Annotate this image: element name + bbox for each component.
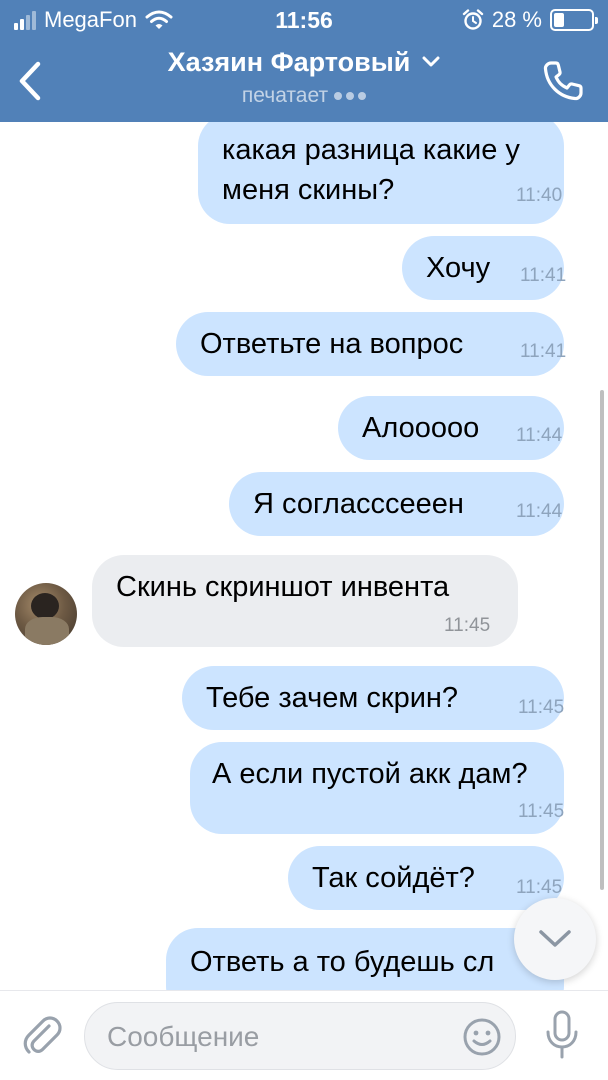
chevron-down-icon (422, 56, 440, 67)
message-outgoing[interactable]: Я согласссееен 11:44 (229, 472, 564, 536)
voice-message-button[interactable] (540, 1007, 584, 1063)
message-outgoing[interactable]: А если пустой акк дам? 11:45 (190, 742, 564, 834)
message-outgoing[interactable]: Тебе зачем скрин? 11:45 (182, 666, 564, 730)
smiley-icon (463, 1018, 501, 1056)
message-text: Ответь а то будешь сл (190, 946, 495, 978)
message-input-container[interactable] (84, 1002, 516, 1070)
message-text: Я согласссееен (253, 488, 464, 520)
message-text: Хочу (426, 252, 491, 284)
alarm-icon (462, 9, 484, 30)
message-composer (0, 990, 608, 1080)
paperclip-icon (23, 1016, 62, 1054)
typing-label: печатает (241, 84, 329, 107)
message-outgoing[interactable]: Ответьте на вопрос 11:41 (176, 312, 567, 376)
message-time: 11:45 (518, 801, 565, 822)
battery-level (554, 13, 565, 27)
message-time: 11:40 (516, 185, 563, 206)
typing-dots-icon (334, 92, 367, 100)
message-text-line: какая разница какие у (222, 134, 520, 166)
message-time: 11:45 (518, 697, 565, 718)
scroll-to-bottom-button[interactable] (514, 898, 596, 980)
message-outgoing[interactable]: какая разница какие у меня скины? 11:40 (198, 122, 564, 224)
chat-title-area[interactable]: Хазяин Фартовый печатает (100, 44, 508, 110)
attach-button[interactable] (20, 1013, 66, 1059)
battery-icon (550, 9, 598, 31)
message-outgoing[interactable]: Так сойдёт? 11:45 (288, 846, 564, 910)
call-button[interactable] (538, 56, 588, 106)
microphone-icon (546, 1010, 578, 1059)
scrollbar[interactable] (600, 390, 604, 890)
message-text: А если пустой акк дам? (212, 758, 528, 790)
contact-avatar[interactable] (15, 583, 77, 645)
phone-icon (543, 61, 583, 101)
message-list[interactable]: какая разница какие у меня скины? 11:40 … (0, 122, 608, 990)
message-time: 11:45 (516, 877, 563, 898)
message-text: Скинь скриншот инвента (116, 571, 450, 603)
back-arrow-icon (19, 61, 41, 101)
message-outgoing[interactable]: Хочу 11:41 (402, 236, 567, 300)
title-row: Хазяин Фартовый (168, 44, 441, 80)
typing-status: печатает (100, 82, 508, 110)
emoji-button[interactable] (461, 1016, 503, 1058)
battery-percent: 28 % (491, 7, 542, 32)
message-text: Тебе зачем скрин? (206, 682, 459, 714)
contact-name: Хазяин Фартовый (167, 47, 411, 77)
status-right: 28 % (462, 6, 598, 34)
message-text: Ответьте на вопрос (200, 328, 464, 360)
message-outgoing[interactable]: Ответь а то будешь сл (166, 928, 564, 990)
message-time: 11:41 (520, 341, 567, 362)
message-text-line: меня скины? (222, 174, 395, 206)
message-text: Так сойдёт? (312, 862, 475, 894)
message-time: 11:45 (444, 615, 491, 636)
chevron-down-icon (539, 930, 571, 947)
status-bar: MegaFon 11:56 28 % (0, 0, 608, 40)
message-outgoing[interactable]: Алооооо 11:44 (338, 396, 564, 460)
message-time: 11:44 (516, 501, 563, 522)
chat-header: MegaFon 11:56 28 % Хазяин Фартовый печат… (0, 0, 608, 122)
back-button[interactable] (10, 56, 50, 106)
message-input[interactable] (107, 1015, 447, 1059)
message-time: 11:41 (520, 265, 567, 286)
message-time: 11:44 (516, 425, 563, 446)
message-incoming[interactable]: Скинь скриншот инвента 11:45 (92, 555, 518, 647)
message-text: Алооооо (362, 412, 480, 444)
